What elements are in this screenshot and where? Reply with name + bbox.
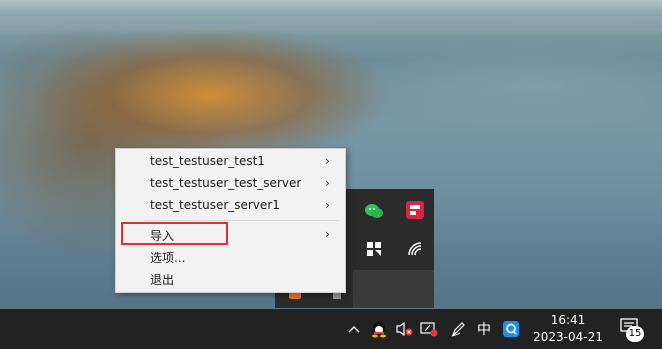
submenu-arrow-icon: › (325, 198, 330, 212)
context-menu: test_testuser_test1 › test_testuser_test… (115, 148, 346, 293)
submenu-arrow-icon: › (325, 176, 330, 190)
wireless-icon[interactable] (403, 237, 427, 261)
menu-item-label: 退出 (150, 273, 175, 287)
qq-icon[interactable] (368, 317, 390, 341)
notification-center-button[interactable]: 15 (620, 318, 646, 342)
clock-time: 16:41 (550, 313, 586, 327)
flyout-hover-cell (353, 270, 434, 308)
menu-item-label: 选项... (150, 251, 186, 265)
show-hidden-icons-button[interactable] (343, 317, 365, 341)
wallpaper-shore (330, 40, 662, 130)
submenu-arrow-icon: › (325, 227, 330, 241)
taskbar: 中 16:41 2023-04-21 15 (0, 309, 662, 349)
wechat-icon[interactable] (362, 199, 386, 223)
menu-item-exit[interactable]: 退出 (116, 268, 345, 290)
pen-icon[interactable] (447, 317, 469, 341)
menu-item-test1[interactable]: test_testuser_test1 › (116, 151, 345, 173)
display-app-icon[interactable] (418, 317, 440, 341)
menu-item-options[interactable]: 选项... (116, 246, 345, 268)
menu-separator (144, 220, 339, 221)
wallpaper-wave (0, 0, 662, 16)
menu-item-label: test_testuser_test1 (150, 154, 265, 168)
app-grid-icon[interactable] (362, 237, 386, 261)
submenu-arrow-icon: › (325, 154, 330, 168)
highlight-box (121, 222, 228, 245)
menu-item-label: test_testuser_test_server (150, 176, 302, 190)
system-clock[interactable]: 16:41 2023-04-21 (531, 312, 605, 346)
wallpaper-surf (0, 16, 662, 36)
clock-date: 2023-04-21 (533, 330, 603, 344)
red-app-icon[interactable] (403, 198, 427, 222)
menu-item-label: test_testuser_server1 (150, 198, 280, 212)
ime-indicator[interactable]: 中 (473, 317, 495, 341)
qq-blue-icon[interactable] (500, 317, 522, 341)
menu-item-test-server[interactable]: test_testuser_test_server › (116, 173, 345, 195)
notification-count-badge: 15 (626, 326, 644, 342)
menu-item-server1[interactable]: test_testuser_server1 › (116, 195, 345, 217)
volume-muted-icon[interactable] (393, 317, 415, 341)
